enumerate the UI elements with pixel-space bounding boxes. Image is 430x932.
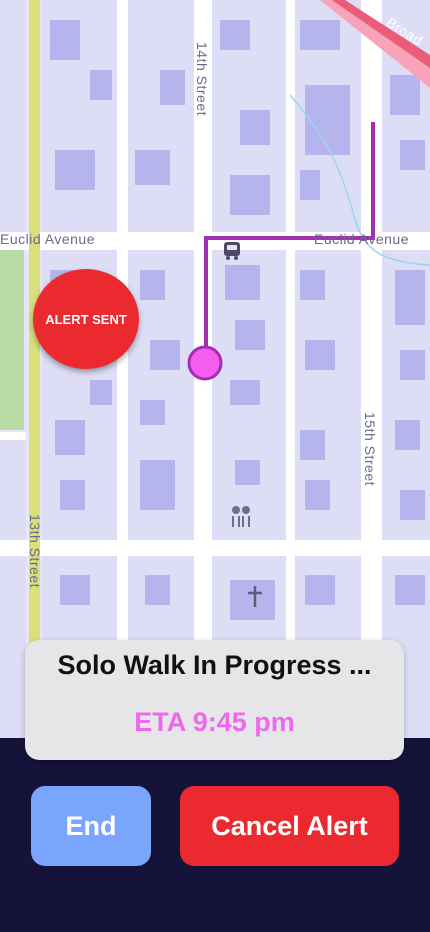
street-label-14th: 14th Street xyxy=(194,42,210,116)
current-location-icon xyxy=(187,345,223,381)
map-canvas xyxy=(0,0,430,738)
street-label-13th: 13th Street xyxy=(27,514,43,588)
end-button-label: End xyxy=(65,810,117,841)
highway-13th xyxy=(29,0,40,738)
map-view[interactable]: Euclid Avenue Euclid Avenue 14th Street … xyxy=(0,0,430,738)
walk-status-card: Solo Walk In Progress ... ETA 9:45 pm xyxy=(25,640,404,760)
street-label-euclid-west: Euclid Avenue xyxy=(0,231,95,247)
end-button[interactable]: End xyxy=(31,786,151,866)
street-label-euclid-east: Euclid Avenue xyxy=(314,231,409,247)
walk-status-title: Solo Walk In Progress ... xyxy=(57,650,372,680)
park-area xyxy=(0,245,24,430)
alert-sent-label: ALERT SENT xyxy=(45,311,127,327)
eta-text: ETA 9:45 pm xyxy=(134,707,295,737)
cancel-alert-button-label: Cancel Alert xyxy=(211,810,368,841)
alert-sent-badge: ALERT SENT xyxy=(33,269,139,369)
cancel-alert-button[interactable]: Cancel Alert xyxy=(180,786,399,866)
street-label-15th: 15th Street xyxy=(362,412,378,486)
